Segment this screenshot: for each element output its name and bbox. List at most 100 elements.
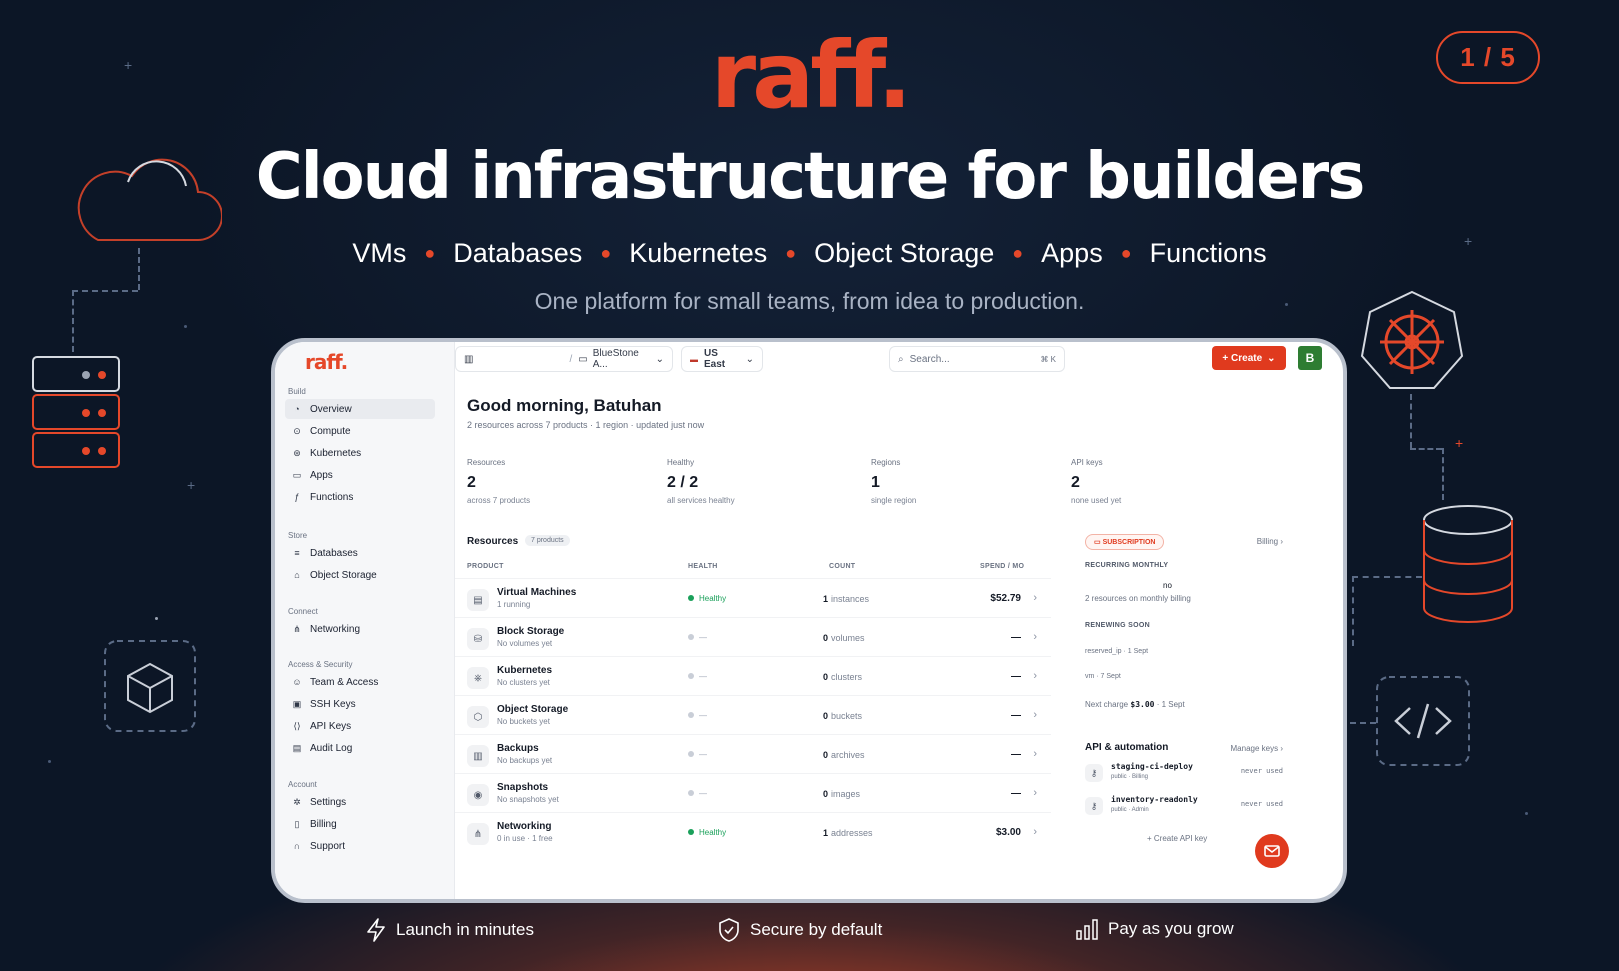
- table-row[interactable]: ⋔ Networking 0 in use · 1 free Healthy 1 addr…: [455, 812, 1051, 850]
- sidebar-item-settings[interactable]: ✲ Settings: [285, 792, 435, 812]
- create-button[interactable]: + Create ⌄: [1212, 346, 1286, 370]
- chevron-right-icon: ›: [1033, 631, 1037, 643]
- sidebar-section-title: Connect: [288, 607, 318, 616]
- cpu-icon: ⊙: [293, 426, 301, 436]
- sidebar-item-networking[interactable]: ⋔ Networking: [285, 619, 435, 639]
- sidebar-section-title: Access & Security: [288, 660, 353, 669]
- app-window: raff. Build ◔ Overview ⊙ Compute ⊛ Kubernet…: [271, 338, 1347, 903]
- resource-spend: —: [1011, 632, 1021, 643]
- resource-name: Backups: [497, 743, 539, 754]
- resource-name: Snapshots: [497, 782, 549, 793]
- dot: [48, 760, 51, 763]
- sidebar-item-support[interactable]: ∩ Support: [285, 836, 435, 856]
- resource-spend: —: [1011, 671, 1021, 682]
- stat-label: Resources: [467, 458, 506, 467]
- cube-outline-icon: [104, 640, 196, 732]
- app-logo[interactable]: raff.: [305, 350, 348, 374]
- bullet-icon: ●: [785, 243, 797, 263]
- manage-keys-link[interactable]: Manage keys ›: [1231, 744, 1284, 753]
- terminal-icon: ▣: [292, 699, 302, 709]
- feature-label: Secure by default: [750, 920, 883, 939]
- feedback-button[interactable]: [1255, 834, 1289, 868]
- sidebar-item-object-storage[interactable]: ⌂ Object Storage: [285, 565, 435, 585]
- table-row[interactable]: ⛁ Block Storage No volumes yet — 0 volumes — ›: [455, 617, 1051, 655]
- sidebar: raff. Build ◔ Overview ⊙ Compute ⊛ Kubernet…: [275, 342, 455, 899]
- next-charge-amount: $3.00: [1130, 700, 1155, 709]
- connector-line: [1442, 448, 1444, 500]
- resource-sub: No backups yet: [497, 756, 553, 765]
- chevron-right-icon: ›: [1280, 744, 1283, 753]
- stat-card-regions: Regions 1 single region: [859, 446, 1055, 510]
- status-dot: [688, 595, 694, 601]
- count-value: 1: [823, 828, 829, 838]
- column-header: HEALTH: [688, 563, 718, 570]
- sidebar-item-api-keys[interactable]: ⟨⟩ API Keys: [285, 716, 435, 736]
- key-icon: ⚷: [1085, 764, 1103, 782]
- sidebar-item-functions[interactable]: ƒ Functions: [285, 487, 435, 507]
- health-label: Healthy: [699, 594, 727, 603]
- status-dot: [688, 712, 694, 718]
- resource-name: Networking: [497, 821, 552, 832]
- log-icon: ▤: [292, 743, 302, 753]
- column-header: COUNT: [829, 563, 856, 570]
- resource-sub: 0 in use · 1 free: [497, 834, 553, 843]
- create-api-key-button[interactable]: + Create API key: [1147, 834, 1207, 843]
- receipt-icon: ▯: [294, 819, 300, 829]
- sidebar-item-team-access[interactable]: ☺ Team & Access: [285, 672, 435, 692]
- table-row[interactable]: ⎈ Kubernetes No clusters yet — 0 clusters — ›: [455, 656, 1051, 694]
- resource-name: Object Storage: [497, 704, 569, 715]
- sidebar-item-label: Billing: [310, 818, 337, 830]
- subscription-card: ▭ SUBSCRIPTION Billing › RECURRING MONTH…: [1077, 524, 1291, 712]
- region-select[interactable]: ▬ US East ⌄: [681, 346, 763, 372]
- resource-sub: No buckets yet: [497, 717, 550, 726]
- status-dot: [688, 790, 694, 796]
- count-value: 0: [823, 750, 829, 760]
- panel-title: API & automation: [1085, 742, 1169, 753]
- users-icon: ☺: [292, 677, 302, 687]
- sidebar-item-audit-log[interactable]: ▤ Audit Log: [285, 738, 435, 758]
- page-subtitle: 2 resources across 7 products · 1 region…: [467, 420, 705, 430]
- dot: [184, 325, 187, 328]
- connector-line: [1352, 576, 1354, 646]
- sidebar-section-title: Build: [288, 387, 306, 396]
- sidebar-item-billing[interactable]: ▯ Billing: [285, 814, 435, 834]
- sidebar-item-label: API Keys: [310, 720, 352, 732]
- code-icon: ⟨⟩: [293, 721, 301, 731]
- table-row[interactable]: ◉ Snapshots No snapshots yet — 0 images — ›: [455, 773, 1051, 811]
- resource-count: 1 addresses: [823, 828, 873, 838]
- count-value: 0: [823, 789, 829, 799]
- table-row[interactable]: ▥ Backups No backups yet — 0 archives — ›: [455, 734, 1051, 772]
- us-flag-icon: ▬: [690, 354, 698, 364]
- network-icon: ⋔: [467, 823, 489, 845]
- feature-label: Pay as you grow: [1108, 919, 1234, 938]
- bullet-icon: ●: [600, 243, 612, 263]
- brand-logo: raff.: [710, 22, 912, 129]
- health-status: Healthy: [688, 828, 726, 837]
- sidebar-item-ssh-keys[interactable]: ▣ SSH Keys: [285, 694, 435, 714]
- chevron-right-icon: ›: [1033, 670, 1037, 682]
- api-key-name[interactable]: inventory-readonly: [1111, 795, 1198, 804]
- billing-link-label: Billing: [1256, 537, 1279, 546]
- count-value: 0: [823, 672, 829, 682]
- sidebar-item-compute[interactable]: ⊙ Compute: [285, 421, 435, 441]
- resource-name: Kubernetes: [497, 665, 553, 676]
- health-status: —: [688, 633, 707, 642]
- api-key-name[interactable]: staging-ci-deploy: [1111, 762, 1193, 771]
- table-row[interactable]: ⬡ Object Storage No buckets yet — 0 buckets — ›: [455, 695, 1051, 733]
- tagline: One platform for small teams, from idea …: [534, 288, 1085, 314]
- sidebar-item-databases[interactable]: ≡ Databases: [285, 543, 435, 563]
- search-input[interactable]: ⌕ Search... ⌘ K: [889, 346, 1065, 372]
- sidebar-item-apps[interactable]: ▭ Apps: [285, 465, 435, 485]
- sidebar-item-overview[interactable]: ◔ Overview: [285, 399, 435, 419]
- table-row[interactable]: ▤ Virtual Machines 1 running Healthy 1 instan…: [455, 578, 1051, 616]
- count-value: 1: [823, 594, 829, 604]
- search-placeholder: Search...: [909, 353, 950, 365]
- stat-sub: all services healthy: [667, 496, 735, 505]
- gear-icon: ✲: [293, 797, 301, 807]
- sidebar-item-kubernetes[interactable]: ⊛ Kubernetes: [285, 443, 435, 463]
- project-switcher[interactable]: ▥ / ▭ BlueStone A... ⌄: [455, 346, 673, 372]
- database-icon: [1423, 505, 1513, 623]
- region-label: US East: [704, 348, 726, 370]
- avatar[interactable]: B: [1298, 346, 1322, 370]
- billing-link[interactable]: Billing ›: [1257, 537, 1283, 546]
